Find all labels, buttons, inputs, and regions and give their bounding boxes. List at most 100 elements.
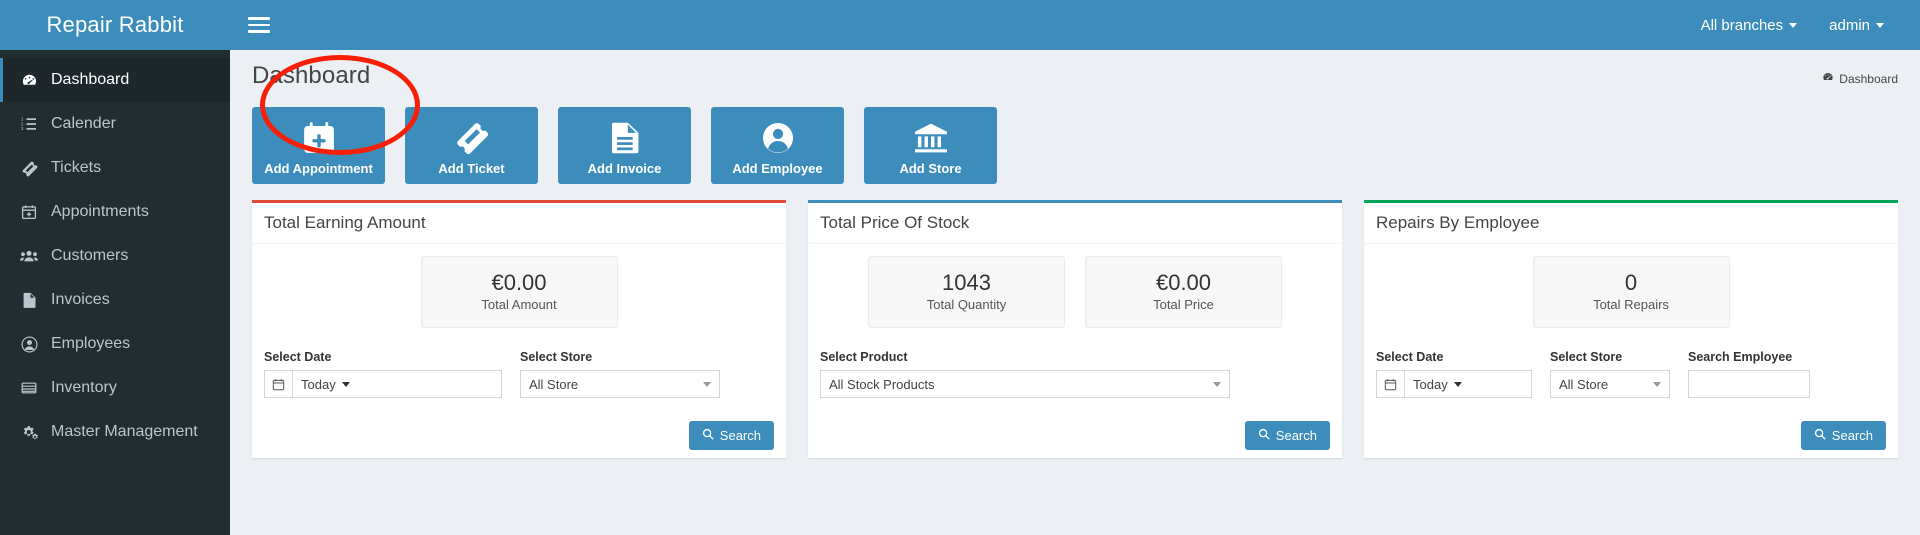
chevron-down-icon bbox=[1876, 22, 1884, 28]
sidebar-item-tickets[interactable]: Tickets bbox=[0, 146, 230, 190]
sidebar-item-inventory[interactable]: Inventory bbox=[0, 366, 230, 410]
chevron-down-icon bbox=[703, 381, 711, 387]
breadcrumb[interactable]: Dashboard bbox=[1822, 71, 1898, 86]
search-button-label: Search bbox=[1275, 428, 1317, 443]
date-value: Today bbox=[301, 376, 336, 392]
date-dropdown[interactable]: Today bbox=[1404, 370, 1532, 398]
search-button-label: Search bbox=[1831, 428, 1873, 443]
field-select-store: Select Store All Store bbox=[520, 350, 720, 398]
sidebar-item-label: Master Management bbox=[51, 423, 198, 440]
tile-label: Add Ticket bbox=[438, 161, 505, 176]
add-employee-tile[interactable]: Add Employee bbox=[711, 107, 844, 184]
sidebar-item-master-management[interactable]: Master Management bbox=[0, 410, 230, 454]
sidebar-item-calender[interactable]: 123 Calender bbox=[0, 102, 230, 146]
filter-row: Select Product All Stock Products bbox=[820, 350, 1330, 398]
date-dropdown[interactable]: Today bbox=[292, 370, 502, 398]
field-select-product: Select Product All Stock Products bbox=[820, 350, 1230, 398]
sidebar-item-label: Appointments bbox=[51, 203, 149, 220]
search-button[interactable]: Search bbox=[1244, 421, 1330, 450]
brand-logo[interactable]: Repair Rabbit bbox=[0, 0, 230, 50]
sidebar-item-dashboard[interactable]: Dashboard bbox=[0, 58, 230, 102]
panel-total-price-of-stock: Total Price Of Stock 1043 Total Quantity… bbox=[808, 200, 1342, 458]
stat-group: €0.00 Total Amount bbox=[264, 256, 774, 328]
add-ticket-tile[interactable]: Add Ticket bbox=[405, 107, 538, 184]
calendar-icon bbox=[1376, 370, 1404, 398]
field-label: Select Product bbox=[820, 350, 908, 364]
list-icon: 123 bbox=[19, 116, 39, 132]
users-icon bbox=[19, 247, 39, 265]
dashboard-panels: Total Earning Amount €0.00 Total Amount … bbox=[252, 200, 1898, 458]
panel-footer: Search bbox=[264, 407, 774, 450]
sidebar-item-customers[interactable]: Customers bbox=[0, 234, 230, 278]
date-value: Today bbox=[1413, 376, 1448, 392]
sidebar-item-employees[interactable]: Employees bbox=[0, 322, 230, 366]
sidebar-item-label: Dashboard bbox=[51, 71, 130, 88]
chevron-down-icon bbox=[1653, 381, 1661, 387]
user-label: admin bbox=[1829, 16, 1870, 34]
stat-card-total-repairs: 0 Total Repairs bbox=[1532, 256, 1730, 328]
ticket-icon bbox=[455, 118, 489, 158]
user-circle-icon bbox=[761, 118, 795, 158]
sidebar-item-label: Inventory bbox=[51, 379, 117, 396]
panel-title: Total Price Of Stock bbox=[808, 203, 1342, 244]
store-value: All Store bbox=[529, 376, 579, 392]
field-label: Select Store bbox=[520, 350, 593, 364]
user-menu[interactable]: admin bbox=[1813, 17, 1900, 34]
sidebar-item-label: Invoices bbox=[51, 291, 110, 308]
sidebar-item-appointments[interactable]: Appointments bbox=[0, 190, 230, 234]
chevron-down-icon bbox=[1789, 22, 1798, 28]
tile-label: Add Invoice bbox=[587, 161, 662, 176]
page-content: Dashboard Dashboard Add Appointment Add … bbox=[230, 50, 1920, 535]
stat-value: 0 bbox=[1624, 270, 1638, 295]
tile-label: Add Appointment bbox=[264, 161, 373, 176]
stat-card-total-price: €0.00 Total Price bbox=[1085, 256, 1282, 328]
product-select[interactable]: All Stock Products bbox=[820, 370, 1230, 398]
filter-row: Select Date Today bbox=[1376, 350, 1886, 398]
store-select[interactable]: All Store bbox=[520, 370, 720, 398]
search-button[interactable]: Search bbox=[1800, 421, 1886, 450]
chevron-down-icon bbox=[1213, 381, 1221, 387]
panel-title: Repairs By Employee bbox=[1364, 203, 1898, 244]
calendar-plus-icon bbox=[19, 204, 39, 220]
page-title: Dashboard bbox=[252, 62, 371, 89]
brand-title: Repair Rabbit bbox=[46, 12, 184, 37]
breadcrumb-label: Dashboard bbox=[1839, 71, 1898, 86]
store-value: All Store bbox=[1559, 376, 1609, 392]
stat-label: Total Amount bbox=[481, 297, 557, 312]
file-text-icon bbox=[19, 292, 39, 308]
filter-row: Select Date Today bbox=[264, 350, 774, 398]
panel-title: Total Earning Amount bbox=[252, 203, 786, 244]
field-search-employee: Search Employee bbox=[1688, 350, 1810, 398]
hamburger-icon[interactable] bbox=[248, 17, 270, 33]
search-icon bbox=[702, 428, 714, 443]
add-store-tile[interactable]: Add Store bbox=[864, 107, 997, 184]
sidebar: Repair Rabbit Dashboard 123 Calender Tic… bbox=[0, 0, 230, 535]
panel-body: 1043 Total Quantity €0.00 Total Price Se… bbox=[808, 244, 1342, 458]
sidebar-item-invoices[interactable]: Invoices bbox=[0, 278, 230, 322]
branches-dropdown[interactable]: All branches bbox=[1685, 17, 1814, 34]
field-label: Select Store bbox=[1550, 350, 1623, 364]
tile-label: Add Employee bbox=[732, 161, 823, 176]
content-area: All branches admin Dashboard Dashboard A… bbox=[230, 0, 1920, 535]
field-label: Search Employee bbox=[1688, 350, 1793, 364]
stat-value: €0.00 bbox=[491, 270, 547, 295]
date-input-group[interactable]: Today bbox=[264, 370, 502, 398]
search-button[interactable]: Search bbox=[688, 421, 774, 450]
sidebar-item-label: Calender bbox=[51, 115, 116, 132]
branches-label: All branches bbox=[1700, 16, 1784, 34]
add-appointment-tile[interactable]: Add Appointment bbox=[252, 107, 385, 184]
svg-text:3: 3 bbox=[21, 126, 24, 131]
search-employee-input[interactable] bbox=[1688, 370, 1810, 398]
panel-body: €0.00 Total Amount Select Date Today Sel… bbox=[252, 244, 786, 458]
topbar: All branches admin bbox=[230, 0, 1920, 50]
sidebar-item-label: Customers bbox=[51, 247, 129, 264]
add-invoice-tile[interactable]: Add Invoice bbox=[558, 107, 691, 184]
field-select-store: Select Store All Store bbox=[1550, 350, 1670, 398]
stat-label: Total Price bbox=[1153, 297, 1214, 312]
field-label: Select Date bbox=[1376, 350, 1444, 364]
panel-body: 0 Total Repairs Select Date Today Select… bbox=[1364, 244, 1898, 458]
product-value: All Stock Products bbox=[829, 376, 935, 392]
date-input-group[interactable]: Today bbox=[1376, 370, 1532, 398]
store-select[interactable]: All Store bbox=[1550, 370, 1670, 398]
table-icon bbox=[19, 380, 39, 396]
